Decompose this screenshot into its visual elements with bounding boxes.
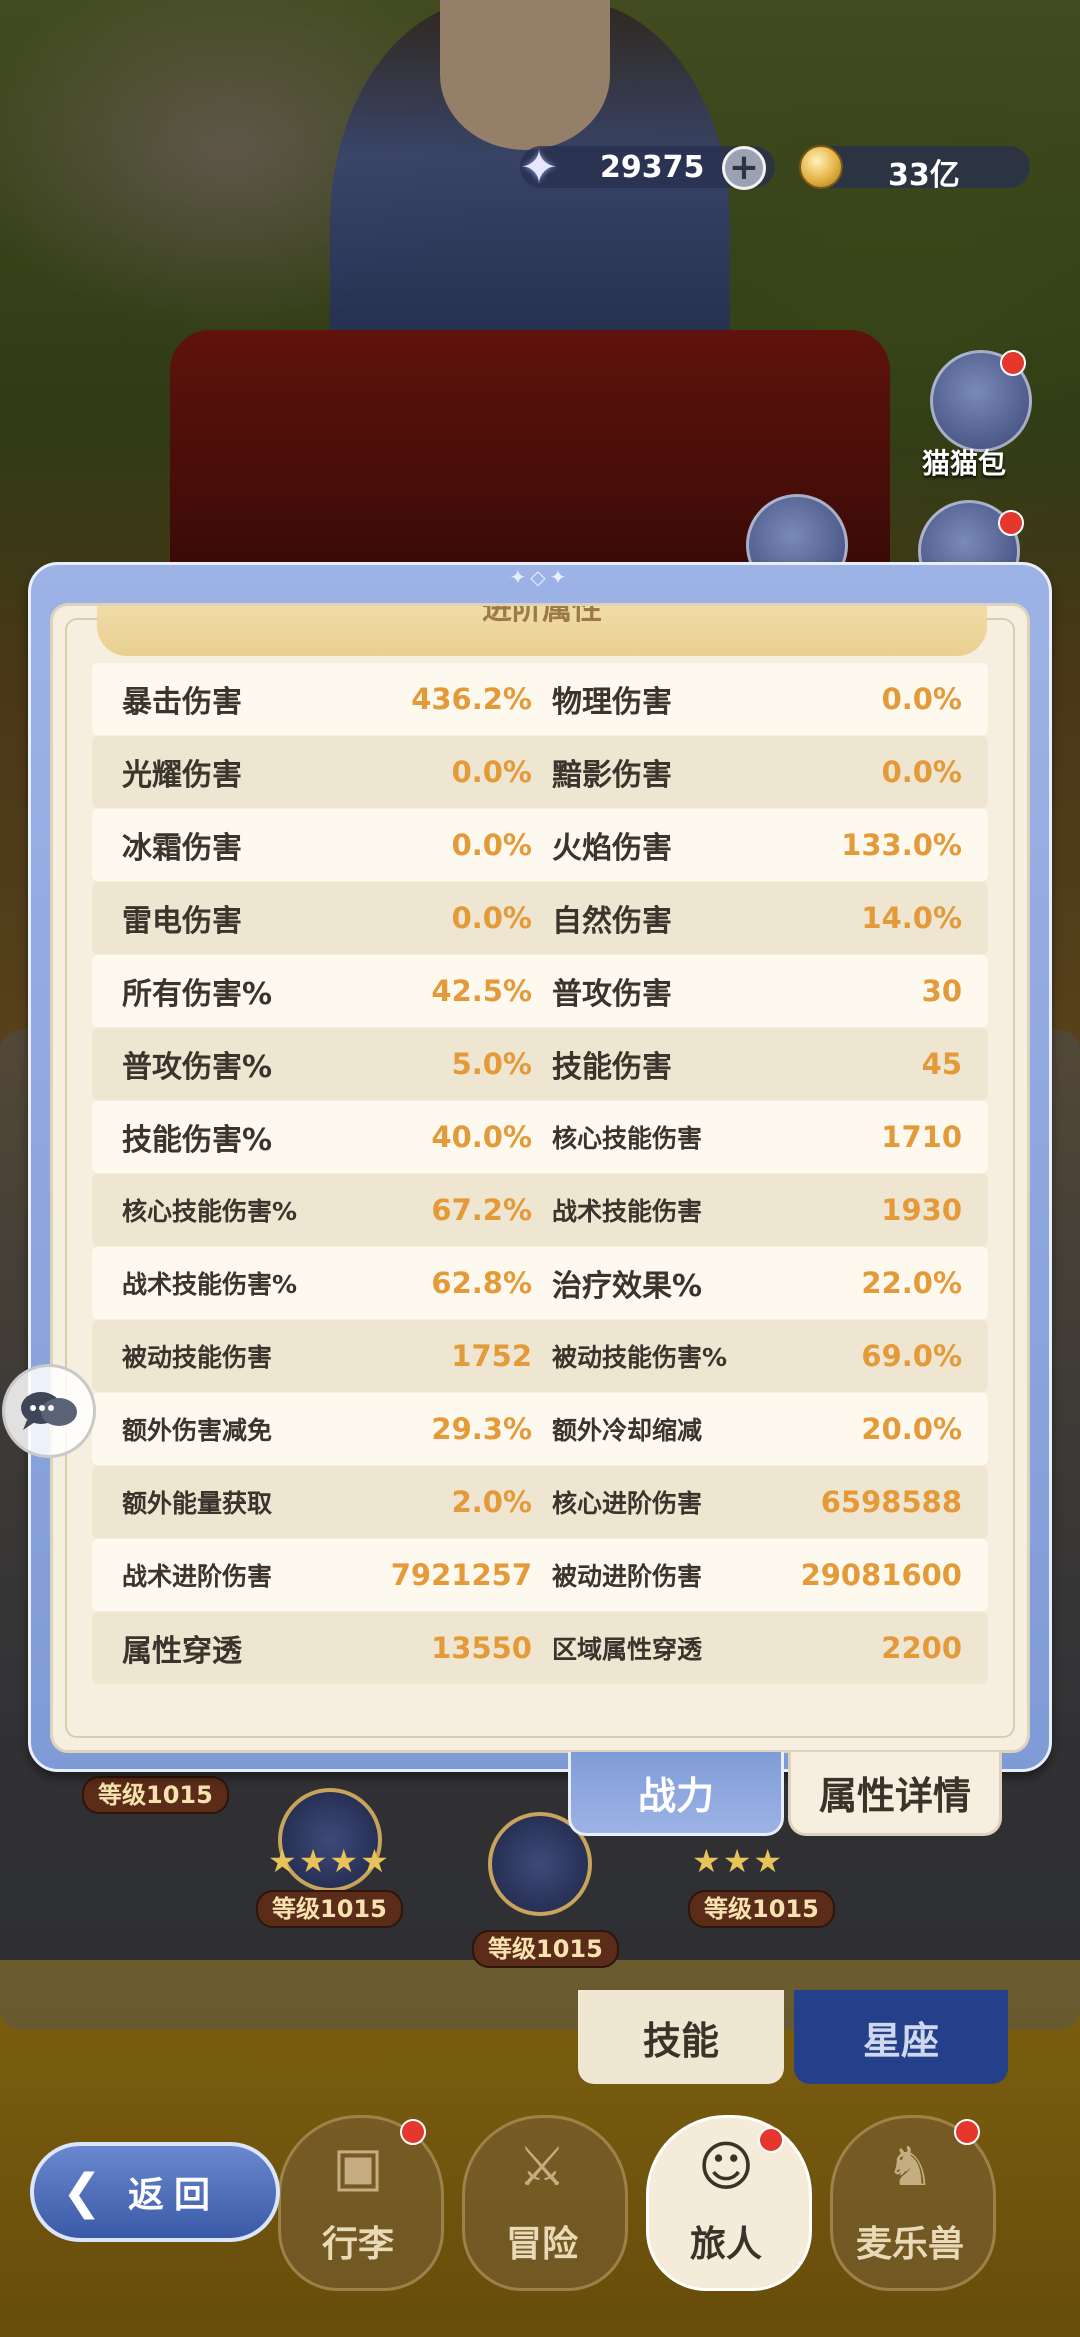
tab-attribute-details[interactable]: 属性详情	[788, 1752, 1002, 1836]
stat-row: 额外伤害减免 29.3% 额外冷却缩减 20.0%	[92, 1393, 988, 1465]
stat-value: 0.0%	[451, 755, 532, 789]
pet-icon: ♞	[885, 2135, 935, 2198]
tab-skill[interactable]: 技能	[578, 1990, 784, 2084]
stat-row: 属性穿透 13550 区域属性穿透 2200	[92, 1612, 988, 1684]
stat-row: 核心技能伤害% 67.2% 战术技能伤害 1930	[92, 1174, 988, 1246]
tab-constellation[interactable]: 星座	[794, 1990, 1008, 2084]
stat-row: 光耀伤害 0.0% 黯影伤害 0.0%	[92, 736, 988, 808]
notification-dot	[998, 510, 1024, 536]
stats-list: 暴击伤害 436.2% 物理伤害 0.0% 光耀伤害 0.0% 黯影伤害 0.0…	[92, 663, 988, 1685]
stat-value: 1752	[451, 1339, 532, 1373]
notification-dot	[758, 2127, 784, 2153]
stat-value: 5.0%	[451, 1047, 532, 1081]
back-label: 返回	[128, 2175, 221, 2216]
notification-dot	[400, 2119, 426, 2145]
nav-traveler[interactable]: ☺ 旅人	[646, 2115, 812, 2315]
stat-value: 69.0%	[861, 1339, 962, 1373]
stat-value: 30	[921, 974, 962, 1008]
chat-bubbles-icon	[21, 1392, 77, 1430]
stat-row: 冰霜伤害 0.0% 火焰伤害 133.0%	[92, 809, 988, 881]
level-tag: 等级1015	[82, 1776, 229, 1814]
notification-dot	[1000, 350, 1026, 376]
nav-pet[interactable]: ♞ 麦乐兽	[830, 2115, 996, 2315]
cat-bag-label: 猫猫包	[922, 447, 1007, 480]
luggage-icon: ▣	[332, 2135, 384, 2198]
crossed-swords-icon: ⚔	[517, 2135, 567, 2198]
nav-luggage[interactable]: ▣ 行李	[278, 2115, 444, 2315]
stat-value: 20.0%	[861, 1412, 962, 1446]
stat-value: 62.8%	[431, 1266, 532, 1300]
stat-value: 29081600	[800, 1558, 962, 1592]
stat-row: 普攻伤害% 5.0% 技能伤害 45	[92, 1028, 988, 1100]
stat-value: 2.0%	[451, 1485, 532, 1519]
stat-value: 2200	[881, 1631, 962, 1665]
back-button[interactable]: ❮ 返回	[30, 2142, 280, 2242]
chat-button[interactable]	[2, 1364, 96, 1458]
stars-icon: ★★★★	[268, 1842, 391, 1880]
nav-adventure[interactable]: ⚔ 冒险	[462, 2115, 628, 2315]
gold-counter: 33亿	[799, 145, 1030, 193]
nav-label: 旅人	[689, 2224, 762, 2265]
stat-value: 0.0%	[881, 682, 962, 716]
section-title: 进阶属性	[482, 606, 602, 627]
nav-label: 麦乐兽	[855, 2224, 964, 2265]
stat-value: 42.5%	[431, 974, 532, 1008]
stat-row: 战术进阶伤害 7921257 被动进阶伤害 29081600	[92, 1539, 988, 1611]
stat-value: 0.0%	[881, 755, 962, 789]
stat-value: 13550	[431, 1631, 532, 1665]
stars-icon: ★★★	[692, 1842, 785, 1880]
stat-value: 22.0%	[861, 1266, 962, 1300]
traveler-avatar-icon: ☺	[697, 2135, 755, 2198]
stat-value: 7921257	[390, 1558, 532, 1592]
stat-value: 1710	[881, 1120, 962, 1154]
stat-value: 6598588	[820, 1485, 962, 1519]
add-gems-button[interactable]: +	[722, 146, 766, 190]
nav-label: 冒险	[505, 2224, 578, 2265]
stat-row: 所有伤害% 42.5% 普攻伤害 30	[92, 955, 988, 1027]
section-header: 进阶属性	[97, 606, 987, 656]
stat-value: 45	[921, 1047, 962, 1081]
stat-value: 0.0%	[451, 828, 532, 862]
stat-row: 雷电伤害 0.0% 自然伤害 14.0%	[92, 882, 988, 954]
level-tag: 等级1015	[256, 1890, 403, 1928]
gold-coin-icon	[794, 140, 848, 194]
tab-power[interactable]: 战力	[568, 1752, 784, 1836]
gold-amount: 33亿	[888, 158, 960, 193]
nav-label: 行李	[321, 2224, 394, 2265]
stat-value: 14.0%	[861, 901, 962, 935]
stat-row: 被动技能伤害 1752 被动技能伤害% 69.0%	[92, 1320, 988, 1392]
stat-row: 额外能量获取 2.0% 核心进阶伤害 6598588	[92, 1466, 988, 1538]
stat-value: 40.0%	[431, 1120, 532, 1154]
stat-value: 67.2%	[431, 1193, 532, 1227]
stat-row: 技能伤害% 40.0% 核心技能伤害 1710	[92, 1101, 988, 1173]
stat-value: 1930	[881, 1193, 962, 1227]
stat-value: 0.0%	[451, 901, 532, 935]
level-tag: 等级1015	[472, 1930, 619, 1968]
stat-row: 战术技能伤害% 62.8% 治疗效果% 22.0%	[92, 1247, 988, 1319]
ornament-icon: ✦◇✦	[509, 565, 571, 589]
stat-row: 暴击伤害 436.2% 物理伤害 0.0%	[92, 663, 988, 735]
stat-value: 436.2%	[411, 682, 532, 716]
stat-value: 133.0%	[841, 828, 962, 862]
stat-value: 29.3%	[431, 1412, 532, 1446]
gem-amount: 29375	[600, 150, 705, 185]
notification-dot	[954, 2119, 980, 2145]
back-arrow-icon: ❮	[61, 2164, 103, 2220]
level-tag: 等级1015	[688, 1890, 835, 1928]
star-gem-icon: ✦	[519, 140, 559, 194]
